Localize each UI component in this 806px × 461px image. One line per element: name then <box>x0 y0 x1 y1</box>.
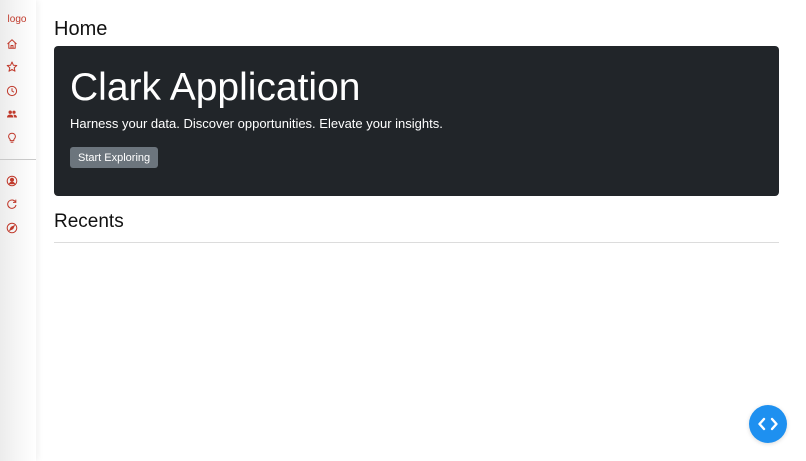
lightbulb-icon[interactable] <box>6 132 18 144</box>
start-exploring-button[interactable]: Start Exploring <box>70 147 159 168</box>
hero-title: Clark Application <box>70 66 361 109</box>
page-title: Home <box>54 18 108 40</box>
recents-divider <box>54 242 779 243</box>
refresh-icon[interactable] <box>6 198 18 210</box>
sidebar: logo <box>0 0 36 461</box>
star-icon[interactable] <box>6 61 18 73</box>
compass-icon[interactable] <box>6 222 18 234</box>
logo[interactable]: logo <box>0 14 34 25</box>
users-icon[interactable] <box>6 108 18 120</box>
code-toggle-button[interactable] <box>749 405 787 443</box>
hero-banner: Clark Application Harness your data. Dis… <box>54 46 779 196</box>
home-icon[interactable] <box>6 38 18 50</box>
hero-subtitle: Harness your data. Discover opportunitie… <box>70 116 443 131</box>
clock-icon[interactable] <box>6 85 18 97</box>
user-circle-icon[interactable] <box>6 175 18 187</box>
recents-heading: Recents <box>54 211 124 232</box>
sidebar-divider <box>0 159 36 160</box>
code-icon <box>758 417 778 431</box>
